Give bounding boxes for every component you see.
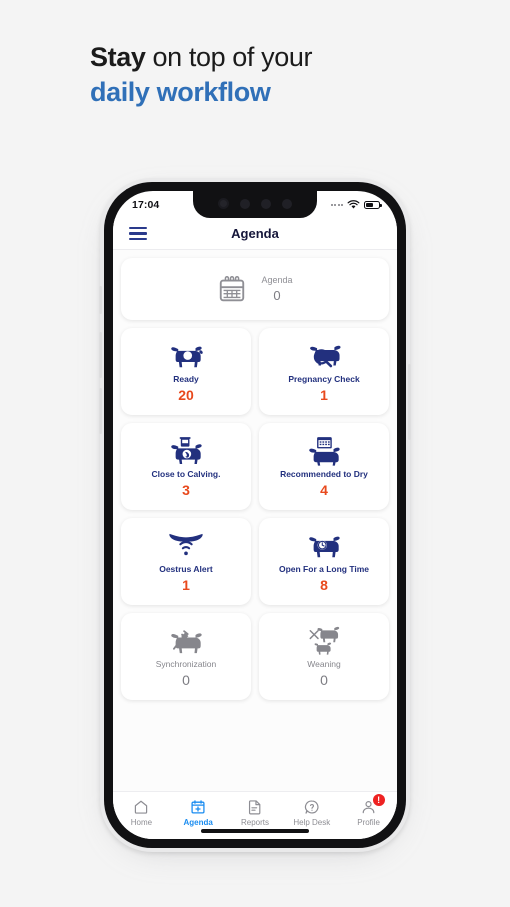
headline-line-2: daily workflow bbox=[90, 76, 271, 107]
tile-label: Synchronization bbox=[155, 658, 217, 669]
tile-grid: Ready 20 Pregnancy Check 1 Close to Calv… bbox=[121, 328, 389, 700]
cow-syringe-icon bbox=[167, 626, 205, 656]
tile-label: Close to Calving. bbox=[151, 468, 221, 479]
tab-profile[interactable]: ! Profile bbox=[340, 794, 397, 827]
tab-agenda[interactable]: Agenda bbox=[170, 798, 227, 827]
tile-ready[interactable]: Ready 20 bbox=[121, 328, 251, 415]
tab-label: Profile bbox=[357, 818, 380, 827]
tile-recommended-to-dry[interactable]: Recommended to Dry 4 bbox=[259, 423, 389, 510]
calendar-icon bbox=[220, 276, 245, 302]
volume-down-button[interactable] bbox=[99, 388, 102, 434]
tile-value: 0 bbox=[320, 672, 328, 689]
promo-headline: Stay on top of your daily workflow bbox=[90, 40, 312, 109]
tile-value: 3 bbox=[182, 482, 190, 499]
agenda-summary-value: 0 bbox=[273, 288, 281, 303]
headline-line-1-rest: on top of your bbox=[145, 42, 313, 72]
cow-magnifier-icon bbox=[305, 341, 343, 371]
agenda-summary-label: Agenda bbox=[261, 275, 293, 285]
tab-label: Agenda bbox=[183, 818, 213, 827]
agenda-summary-meta: Agenda 0 bbox=[261, 275, 292, 303]
headline-line-1: Stay on top of your bbox=[90, 40, 312, 75]
status-indicators bbox=[330, 199, 382, 210]
silent-switch[interactable] bbox=[99, 286, 102, 314]
question-bubble-icon bbox=[304, 798, 320, 815]
profile-alert-badge: ! bbox=[372, 794, 385, 806]
signal-dots-icon bbox=[330, 203, 343, 206]
tile-value: 1 bbox=[182, 577, 190, 594]
cow-clock-icon bbox=[305, 531, 343, 561]
wifi-icon bbox=[347, 199, 360, 208]
tile-value: 0 bbox=[182, 672, 190, 689]
tile-weaning[interactable]: Weaning 0 bbox=[259, 613, 389, 700]
agenda-content: Agenda 0 Ready 20 Pregnancy Check 1 Clos… bbox=[113, 250, 397, 791]
app-header: Agenda bbox=[113, 218, 397, 250]
cow-calendar-icon bbox=[305, 436, 343, 466]
tab-label: Reports bbox=[240, 818, 269, 827]
tile-open-for-a-long-time[interactable]: Open For a Long Time 8 bbox=[259, 518, 389, 605]
agenda-summary-card[interactable]: Agenda 0 bbox=[121, 258, 389, 320]
battery-icon bbox=[364, 200, 382, 209]
tile-label: Open For a Long Time bbox=[278, 563, 370, 574]
status-time: 17:04 bbox=[132, 198, 160, 211]
tile-label: Ready bbox=[173, 373, 199, 384]
tab-reports[interactable]: Reports bbox=[227, 798, 284, 827]
volume-up-button[interactable] bbox=[99, 332, 102, 378]
page-title: Agenda bbox=[231, 226, 279, 241]
power-button[interactable] bbox=[408, 364, 411, 440]
tile-value: 4 bbox=[320, 482, 328, 499]
tab-label: Home bbox=[130, 818, 153, 827]
cow-calving-icon bbox=[167, 436, 205, 466]
cow-calf-icon bbox=[306, 626, 342, 656]
tile-label: Weaning bbox=[307, 658, 341, 669]
tile-synchronization[interactable]: Synchronization 0 bbox=[121, 613, 251, 700]
hamburger-menu-icon[interactable] bbox=[129, 227, 147, 240]
tile-value: 8 bbox=[320, 577, 328, 594]
tile-pregnancy-check[interactable]: Pregnancy Check 1 bbox=[259, 328, 389, 415]
phone-body: 17:04 Agenda Agenda 0 Ready 20 Pregnancy… bbox=[99, 182, 411, 848]
calendar-plus-icon bbox=[190, 798, 206, 815]
tab-home[interactable]: Home bbox=[113, 798, 170, 827]
tile-label: Oestrus Alert bbox=[159, 563, 213, 574]
tile-value: 1 bbox=[320, 387, 328, 404]
headline-bold-word: Stay bbox=[90, 42, 146, 72]
cow-icon bbox=[167, 341, 205, 371]
tile-label: Pregnancy Check bbox=[288, 373, 360, 384]
tab-label: Help Desk bbox=[293, 818, 331, 827]
horns-signal-icon bbox=[166, 531, 206, 561]
phone-screen: 17:04 Agenda Agenda 0 Ready 20 Pregnancy… bbox=[113, 191, 397, 839]
tile-close-to-calving[interactable]: Close to Calving. 3 bbox=[121, 423, 251, 510]
tile-label: Recommended to Dry bbox=[280, 468, 368, 479]
document-icon bbox=[247, 798, 263, 815]
tile-value: 20 bbox=[178, 387, 194, 404]
home-icon bbox=[133, 798, 149, 815]
home-indicator[interactable] bbox=[201, 829, 309, 833]
tile-oestrus-alert[interactable]: Oestrus Alert 1 bbox=[121, 518, 251, 605]
phone-mockup: 17:04 Agenda Agenda 0 Ready 20 Pregnancy… bbox=[99, 178, 411, 852]
status-bar: 17:04 bbox=[113, 191, 397, 218]
tab-help-desk[interactable]: Help Desk bbox=[283, 798, 340, 827]
person-icon: ! bbox=[361, 794, 385, 815]
